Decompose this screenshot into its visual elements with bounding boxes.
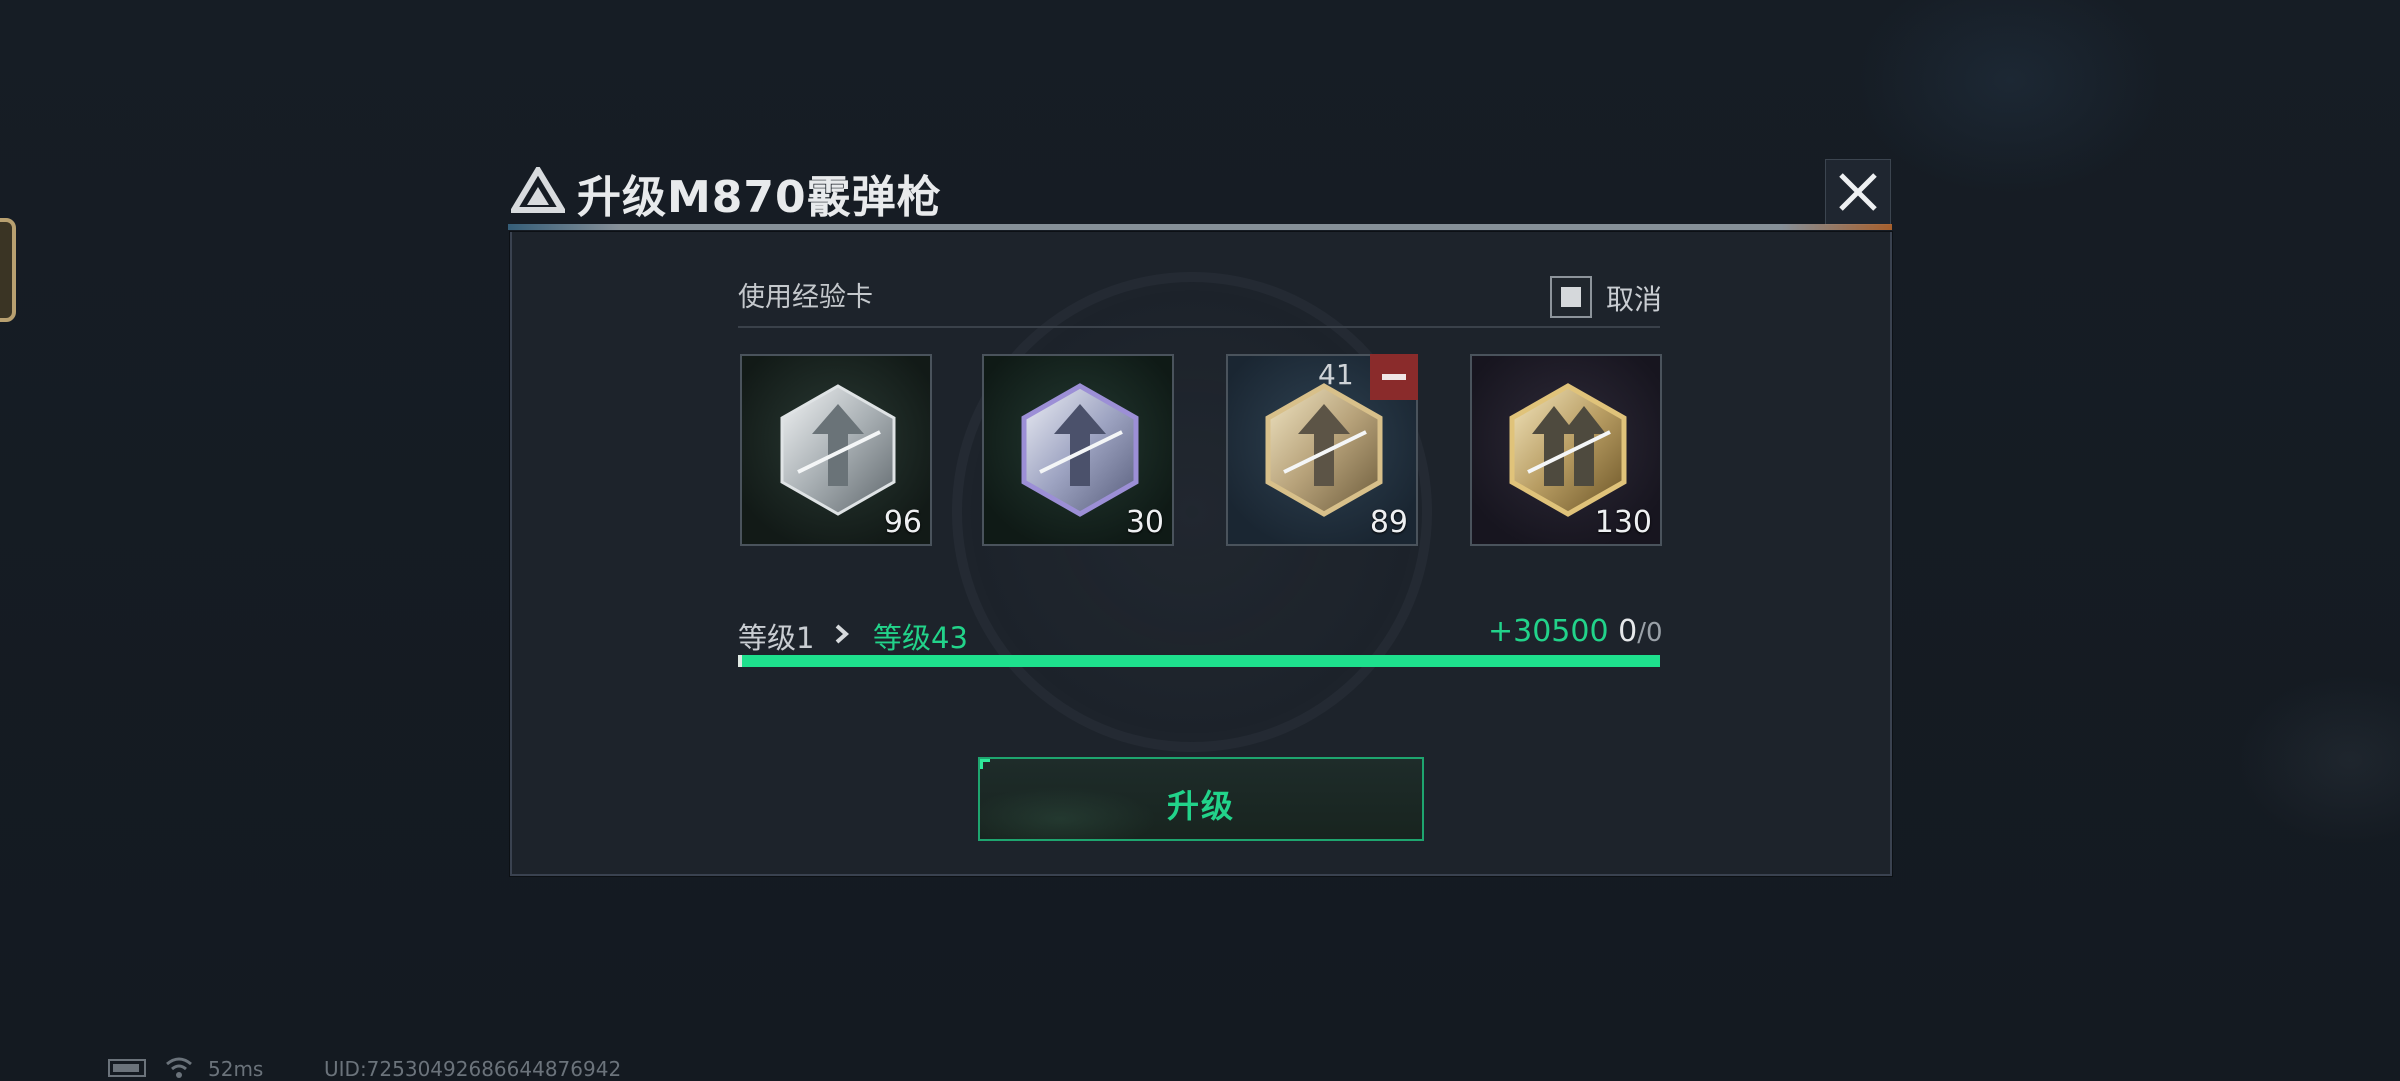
target-level-label: 等级43: [873, 621, 968, 655]
card-count: 30: [1125, 505, 1164, 540]
exp-card-section-label: 使用经验卡: [738, 282, 873, 313]
exp-card-silver[interactable]: 96: [740, 354, 932, 546]
current-level-label: 等级1: [738, 621, 815, 655]
upgrade-button-label: 升级: [1166, 787, 1235, 825]
card-count: 89: [1369, 505, 1408, 540]
close-icon[interactable]: [1825, 159, 1891, 225]
title-divider: [508, 224, 1892, 230]
xp-readout: +30500 0/0: [1488, 614, 1663, 649]
dialog-title-bar: 升级M870霰弹枪: [505, 155, 1895, 225]
section-divider: [738, 326, 1660, 328]
battery-icon: [108, 1059, 146, 1077]
exp-card-silver-purple[interactable]: 30: [982, 354, 1174, 546]
upgrade-button[interactable]: 升级: [978, 757, 1424, 841]
side-rank-badge[interactable]: [0, 218, 16, 322]
xp-gain-value: +30500: [1488, 614, 1609, 649]
xp-progress-bar: [738, 655, 1660, 667]
cancel-label[interactable]: 取消: [1606, 278, 1662, 318]
exp-card-gold-premium-icon: [1509, 383, 1627, 517]
exp-card-gold-icon: [1265, 383, 1383, 517]
checkbox-mark-icon: [1561, 287, 1581, 307]
card-count: 130: [1594, 505, 1652, 540]
user-id: UID:7253049268664487694​2: [324, 1057, 622, 1081]
cancel-checkbox[interactable]: [1550, 276, 1592, 318]
triangle-emblem-icon: [511, 167, 565, 213]
xp-progress-fill: [738, 655, 1660, 667]
xp-max-value: 0: [1645, 618, 1663, 648]
card-count: 96: [883, 505, 922, 540]
xp-separator: /: [1637, 618, 1646, 648]
dialog-title: 升级M870霰弹枪: [577, 172, 942, 223]
decrease-card-button[interactable]: [1370, 354, 1418, 400]
ping-readout: 52ms: [208, 1057, 264, 1081]
minus-icon: [1382, 374, 1406, 380]
game-background: 升级M870霰弹枪 使用经验卡 取消 96 30 89 41 130 等级1 等…: [0, 0, 2400, 1081]
wifi-icon: [166, 1057, 192, 1078]
exp-card-silver-purple-icon: [1021, 383, 1139, 517]
selected-card-count: 41: [1318, 358, 1354, 391]
button-corner-accent: [980, 759, 990, 769]
xp-progress-start-marker: [738, 655, 742, 667]
xp-current-value: 0: [1618, 614, 1638, 649]
exp-card-gold-premium[interactable]: 130: [1470, 354, 1662, 546]
chevron-right-icon: [835, 624, 850, 644]
exp-card-silver-icon: [780, 384, 896, 516]
